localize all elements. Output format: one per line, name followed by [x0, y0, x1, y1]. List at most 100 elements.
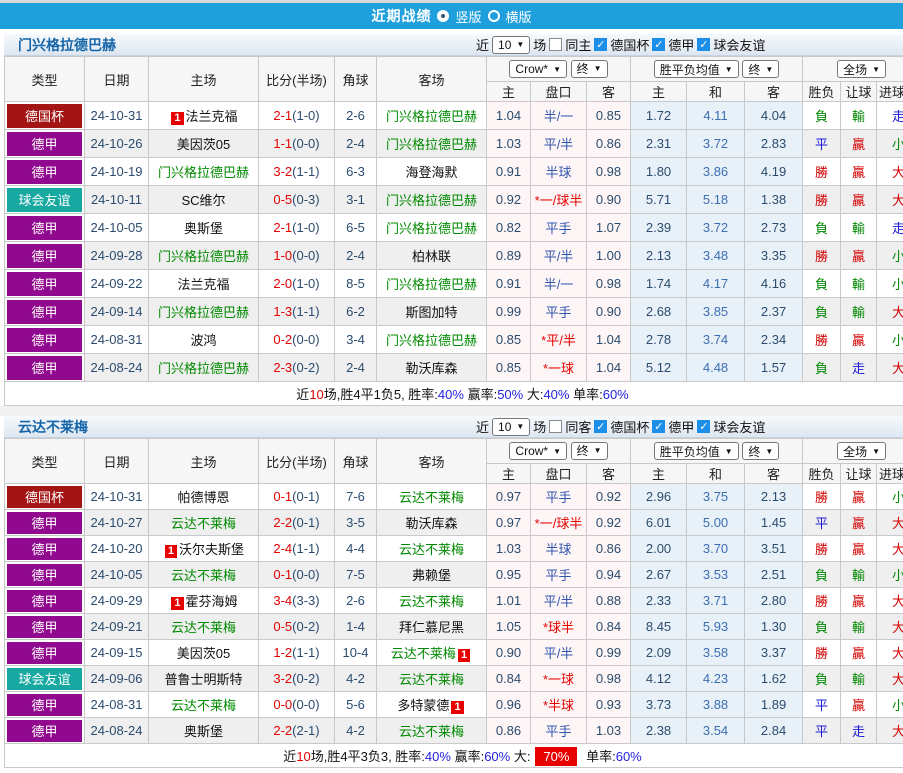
- fulltime-score: 0-1: [273, 489, 293, 504]
- odds-away-cell: 0.84: [585, 613, 632, 640]
- avg-away-cell: 1.62: [744, 665, 804, 692]
- column-header-date: 日期: [84, 56, 149, 102]
- league-label-bundesliga[interactable]: 德甲: [668, 417, 694, 436]
- competition-badge: 德甲: [7, 327, 82, 352]
- handicap-cell: *一球: [530, 665, 587, 692]
- league-label-cup[interactable]: 德国杯: [610, 417, 649, 436]
- column-header-score: 比分(半场): [258, 438, 335, 484]
- odds-home-cell: 0.92: [486, 185, 531, 214]
- away-team-cell: 弗赖堡: [376, 561, 487, 588]
- subcol-result: 胜负: [802, 463, 842, 484]
- competition-badge: 德甲: [7, 271, 82, 296]
- layout-radio-vertical[interactable]: [437, 10, 450, 22]
- chevron-down-icon: ▼: [516, 40, 525, 49]
- team-name: 云达不莱梅: [170, 516, 236, 531]
- league-label-bundesliga[interactable]: 德甲: [668, 35, 694, 54]
- result-cell: 勝: [802, 157, 842, 186]
- team-name: 柏林联: [411, 249, 451, 264]
- avg-type-select[interactable]: 胜平负均值 ▼: [653, 442, 739, 460]
- filter-controls: 近 10 ▼ 场 同主 ✓ 德国杯 ✓ 德甲 ✓ 球会友谊: [476, 35, 765, 54]
- same-venue-checkbox[interactable]: [549, 420, 563, 433]
- bookmaker-select[interactable]: Crow* ▼: [509, 442, 568, 461]
- league-label-friendly[interactable]: 球会友谊: [713, 417, 765, 436]
- corners-cell: 3-4: [334, 325, 377, 354]
- odds-stage-select[interactable]: 终 ▼: [570, 59, 608, 78]
- odds-home-cell: 0.99: [486, 297, 531, 326]
- avg-draw-cell: 3.58: [686, 639, 746, 666]
- avg-draw-cell: 4.23: [686, 665, 746, 692]
- result-cell: 平: [802, 509, 842, 536]
- away-team-cell: 云达不莱梅: [376, 717, 487, 744]
- avg-home-cell: 2.00: [630, 535, 688, 562]
- layout-radio-horizontal-label[interactable]: 横版: [506, 7, 532, 26]
- handicap-result-cell: 贏: [840, 185, 878, 214]
- fulltime-score: 2-3: [273, 360, 293, 375]
- odds-home-cell: 0.97: [486, 483, 531, 510]
- match-row: 德国杯 24-10-31 帕德博恩 0-1(0-1) 7-6 云达不莱梅 0.97 平手 0.9…: [4, 483, 903, 510]
- corners-cell: 2-6: [334, 587, 377, 614]
- corners-cell: 4-2: [334, 665, 377, 692]
- competition-badge: 球会友谊: [7, 667, 82, 690]
- odds-away-cell: 0.92: [585, 509, 632, 536]
- subcol-avg-home: 主: [630, 463, 688, 484]
- team-name: 云达不莱梅: [398, 594, 464, 609]
- odds-away-cell: 0.92: [585, 483, 632, 510]
- handicap-result-cell: 輸: [840, 297, 878, 326]
- odds-home-cell: 0.89: [486, 241, 531, 270]
- layout-radio-horizontal[interactable]: [487, 10, 500, 22]
- avg-type-select[interactable]: 胜平负均值 ▼: [653, 60, 739, 78]
- odds-home-cell: 1.01: [486, 587, 531, 614]
- avg-draw-cell: 3.53: [686, 561, 746, 588]
- team-name: 门兴格拉德巴赫: [385, 137, 477, 152]
- result-cell: 負: [802, 101, 842, 130]
- team-name: 法兰克福: [177, 277, 230, 292]
- odds-home-cell: 0.91: [486, 157, 531, 186]
- fulltime-score: 1-0: [273, 248, 293, 263]
- match-row: 德甲 24-10-05 云达不莱梅 0-1(0-0) 7-5 弗赖堡 0.95 平手 0.94 2…: [4, 561, 903, 588]
- corners-cell: 4-4: [334, 535, 377, 562]
- team-name: 斯图加特: [405, 305, 458, 320]
- handicap-cell: 平手: [530, 297, 587, 326]
- score-cell: 0-0(0-0): [258, 691, 335, 718]
- avg-stage-select[interactable]: 终 ▼: [742, 442, 780, 460]
- league-checkbox-cup[interactable]: ✓: [594, 420, 608, 433]
- avg-away-cell: 2.34: [744, 325, 804, 354]
- chevron-down-icon: ▼: [872, 446, 881, 456]
- league-checkbox-friendly[interactable]: ✓: [697, 38, 711, 51]
- halftime-score: (1-1): [292, 164, 320, 179]
- layout-radio-vertical-label[interactable]: 竖版: [455, 7, 481, 26]
- home-team-cell: 奥斯堡: [148, 717, 259, 744]
- scope-select[interactable]: 全场 ▼: [837, 442, 887, 460]
- match-count-select[interactable]: 10 ▼: [492, 35, 531, 54]
- league-checkbox-cup[interactable]: ✓: [594, 38, 608, 51]
- bookmaker-select[interactable]: Crow* ▼: [509, 60, 568, 79]
- league-checkbox-bundesliga[interactable]: ✓: [652, 38, 666, 51]
- home-team-cell: 云达不莱梅: [148, 561, 259, 588]
- fulltime-score: 2-2: [273, 515, 293, 530]
- competition-badge: 德国杯: [7, 103, 82, 128]
- match-count-select[interactable]: 10 ▼: [492, 417, 531, 436]
- home-team-cell: 波鸿: [148, 325, 259, 354]
- scope-select[interactable]: 全场 ▼: [837, 60, 887, 78]
- league-checkbox-friendly[interactable]: ✓: [697, 420, 711, 433]
- score-cell: 0-5(0-3): [258, 185, 335, 214]
- league-checkbox-bundesliga[interactable]: ✓: [652, 420, 666, 433]
- date-cell: 24-08-24: [84, 717, 149, 744]
- avg-away-cell: 2.84: [744, 717, 804, 744]
- same-venue-checkbox[interactable]: [549, 38, 563, 51]
- corners-cell: 2-4: [334, 353, 377, 382]
- league-label-cup[interactable]: 德国杯: [610, 35, 649, 54]
- league-label-friendly[interactable]: 球会友谊: [713, 35, 765, 54]
- result-cell: 負: [802, 665, 842, 692]
- odds-stage-select[interactable]: 终 ▼: [570, 441, 608, 460]
- summary-line: 近10场,胜4平1负5, 胜率:40% 赢率:50% 大:40% 单率:60%: [6, 384, 903, 403]
- score-cell: 0-1(0-0): [258, 561, 335, 588]
- same-venue-label[interactable]: 同主: [565, 35, 591, 54]
- avg-stage-select[interactable]: 终 ▼: [742, 60, 780, 78]
- avg-home-cell: 2.09: [630, 639, 688, 666]
- same-venue-label[interactable]: 同客: [565, 417, 591, 436]
- avg-home-cell: 2.33: [630, 587, 688, 614]
- goals-result-cell: 大: [876, 297, 903, 326]
- handicap-result-cell: 輸: [840, 665, 878, 692]
- avg-draw-cell: 3.71: [686, 587, 746, 614]
